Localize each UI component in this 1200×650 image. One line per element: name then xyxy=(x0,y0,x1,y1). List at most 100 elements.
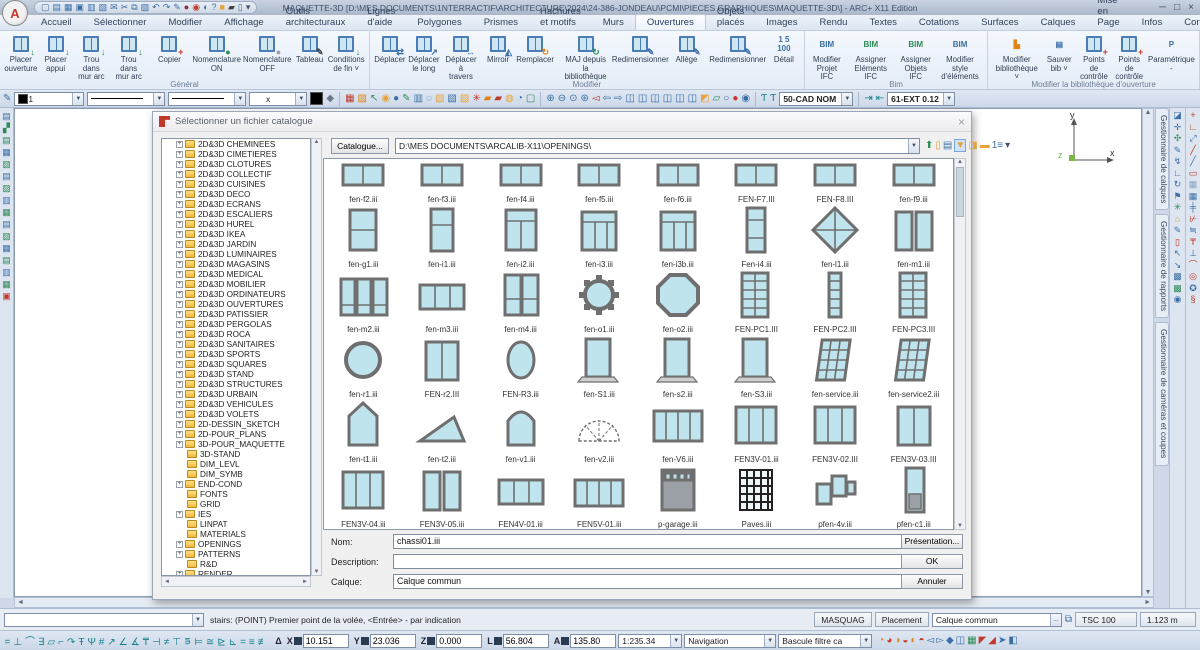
doc14-icon[interactable]: ▥ xyxy=(2,267,11,277)
snap-end-icon[interactable]: ∃ xyxy=(38,637,44,648)
ellipse-icon[interactable]: ○ xyxy=(723,93,729,105)
pen-icon[interactable]: ✎ xyxy=(173,2,181,13)
ribbon-button-all-ge[interactable]: ✎Allège xyxy=(670,32,704,66)
tree-item[interactable]: DIM_LEVL xyxy=(162,459,310,469)
scale-combobox[interactable]: 1:235.34▼ xyxy=(618,634,682,648)
coord-lock-icon[interactable] xyxy=(494,637,502,645)
ribbon-button-trou-dans[interactable]: ↓Trou dans mur arc xyxy=(110,32,147,83)
snap-y-icon[interactable]: Ψ xyxy=(87,637,95,648)
view-rot4-icon[interactable]: ◒ xyxy=(902,635,908,646)
move-icon[interactable]: ✛ xyxy=(1174,122,1182,133)
coord-value-l[interactable]: 56.804 xyxy=(503,634,549,648)
active-layer-combobox[interactable]: Calque commun ... xyxy=(932,613,1062,627)
placement-button[interactable]: Placement xyxy=(875,612,929,627)
persp1-icon[interactable]: ◤ xyxy=(979,635,987,646)
expand-icon[interactable]: + xyxy=(176,541,183,548)
dialog-title-bar[interactable]: Sélectionner un fichier catalogue × xyxy=(153,112,971,132)
catalog-item[interactable]: fen-service.iii xyxy=(796,334,875,399)
tree-item[interactable]: +2D&3D HUREL xyxy=(162,219,310,229)
print-icon[interactable]: ▥ xyxy=(87,2,96,13)
pen-style-icon[interactable]: ✎ xyxy=(3,93,11,105)
search-folder-icon[interactable]: ◨ xyxy=(968,140,977,151)
catalog-item[interactable]: fen-t1.iii xyxy=(324,399,403,464)
minimize-button[interactable]: ─ xyxy=(1159,2,1166,13)
ribbon-button-conditions[interactable]: ↓Conditions de fin ˅ xyxy=(327,32,366,74)
save-all-icon[interactable]: ▣ xyxy=(76,2,85,13)
doc1-icon[interactable]: ▤ xyxy=(2,111,11,121)
ribbon-button-nomenclature[interactable]: ●Nomenclature OFF xyxy=(242,32,293,74)
expand-icon[interactable]: + xyxy=(176,241,183,248)
eye2-icon[interactable]: ◉ xyxy=(741,93,750,105)
snap-ang2-icon[interactable]: ∡ xyxy=(131,637,140,648)
paint-bucket-icon[interactable]: ◆ xyxy=(326,93,334,105)
expand-icon[interactable]: + xyxy=(176,201,183,208)
tree-item[interactable]: +2D&3D SPORTS xyxy=(162,349,310,359)
coord-lock-icon[interactable] xyxy=(561,637,569,645)
snap-arc-icon[interactable]: ⌒ xyxy=(25,637,35,648)
snap-grid-icon[interactable]: ₸ xyxy=(143,637,149,648)
ribbon-button-assigner[interactable]: BIMAssigner Eléments IFC xyxy=(846,32,896,83)
tree-item[interactable]: +2D&3D ECRANS xyxy=(162,199,310,209)
ribbon-button-placer[interactable]: ↓Placer ouverture xyxy=(3,32,39,74)
tree-item[interactable]: +2D&3D CLOTURES xyxy=(162,159,310,169)
select-icon[interactable]: ◪ xyxy=(1173,110,1182,121)
tree-item[interactable]: +2D&3D LUMINAIRES xyxy=(162,249,310,259)
copy-icon[interactable]: ⧉ xyxy=(131,2,137,13)
tree-item[interactable]: LINPAT xyxy=(162,519,310,529)
doc15-icon[interactable]: ▦ xyxy=(2,279,11,289)
catalog-item[interactable]: fen-l1.iii xyxy=(796,204,875,269)
catalog-item[interactable]: fen-o1.iii xyxy=(560,269,639,334)
catalog-item[interactable]: pfen-4v.iii xyxy=(796,464,875,529)
persp2-icon[interactable]: ◢ xyxy=(988,635,996,646)
catalog-item[interactable]: fen-S1.iii xyxy=(560,334,639,399)
tree-item[interactable]: MATERIALS xyxy=(162,529,310,539)
ribbon-button-copier[interactable]: +Copier xyxy=(152,32,186,66)
2d-icon[interactable]: ▰ xyxy=(484,93,492,105)
table-icon[interactable]: ▥ xyxy=(414,93,423,105)
canvas-vertical-scrollbar[interactable]: ▲▼ xyxy=(1142,108,1154,597)
path-combobox[interactable]: D:\MES DOCUMENTS\ARCALIB-X11\OPENINGS\ ▼ xyxy=(395,138,920,154)
list-view-icon[interactable]: 1≡ xyxy=(992,140,1003,151)
snap-ext-icon[interactable]: ≡ xyxy=(249,637,255,648)
ribbon-button-assigner[interactable]: BIMAssigner Objets IFC xyxy=(896,32,936,83)
loop-icon[interactable]: ↻ xyxy=(1174,179,1182,190)
tree-item[interactable]: +2D&3D VOLETS xyxy=(162,409,310,419)
catalog-item[interactable]: fen-s2.iii xyxy=(639,334,718,399)
fly-icon[interactable]: ➤ xyxy=(998,635,1006,646)
snap-hash-icon[interactable]: # xyxy=(99,637,105,648)
tree-item[interactable]: +END-COND xyxy=(162,479,310,489)
ext1-icon[interactable]: ⇥ xyxy=(864,93,872,105)
description-input[interactable] xyxy=(393,554,923,569)
expand-icon[interactable]: + xyxy=(176,511,183,518)
catalog-item[interactable]: fen-t2.iii xyxy=(403,399,482,464)
expand-icon[interactable]: + xyxy=(176,321,183,328)
coord-lock-icon[interactable] xyxy=(294,637,302,645)
view-rot3-icon[interactable]: ◑ xyxy=(894,635,900,646)
expand-icon[interactable]: + xyxy=(176,551,183,558)
stamp2-icon[interactable]: ▩ xyxy=(1173,283,1182,294)
doc2-icon[interactable]: ▞ xyxy=(3,123,10,133)
catalog-item[interactable]: FEN-F8.III xyxy=(796,159,875,204)
corner-icon[interactable]: ∟ xyxy=(1173,168,1182,179)
sec1-icon[interactable]: § xyxy=(1190,294,1195,305)
line-style-combobox[interactable]: ▼ xyxy=(87,92,165,106)
snap-corner-icon[interactable]: ⌐ xyxy=(58,637,64,648)
tab-mise-en-page[interactable]: Mise en Page xyxy=(1086,0,1130,30)
tab-hachures-et-motifs[interactable]: Hachures et motifs xyxy=(529,4,592,30)
snap-mid-icon[interactable]: ⊣ xyxy=(152,637,161,648)
qat-dropdown-icon[interactable]: ▾ xyxy=(246,2,251,13)
tree-item[interactable]: +2D&3D CIMETIERES xyxy=(162,149,310,159)
catalog-item[interactable]: Fen-i4.iii xyxy=(717,204,796,269)
expand-icon[interactable]: + xyxy=(176,171,183,178)
doc6-icon[interactable]: ▤ xyxy=(2,171,11,181)
expand-icon[interactable]: + xyxy=(176,151,183,158)
catalog-item[interactable]: fen-V6.iii xyxy=(639,399,718,464)
refresh-icon[interactable]: ▢ xyxy=(526,93,535,105)
catalog-item[interactable]: fen-i2.iii xyxy=(481,204,560,269)
tree-item[interactable]: +2D&3D SQUARES xyxy=(162,359,310,369)
tree-item[interactable]: +2D&3D MOBILIER xyxy=(162,279,310,289)
tree-item[interactable]: +2D&3D DECO xyxy=(162,189,310,199)
nom-input[interactable]: chassi01.iii xyxy=(393,534,923,549)
ribbon-button-tableau[interactable]: ✎Tableau xyxy=(293,32,327,66)
snap-node-icon[interactable]: = xyxy=(240,637,246,648)
